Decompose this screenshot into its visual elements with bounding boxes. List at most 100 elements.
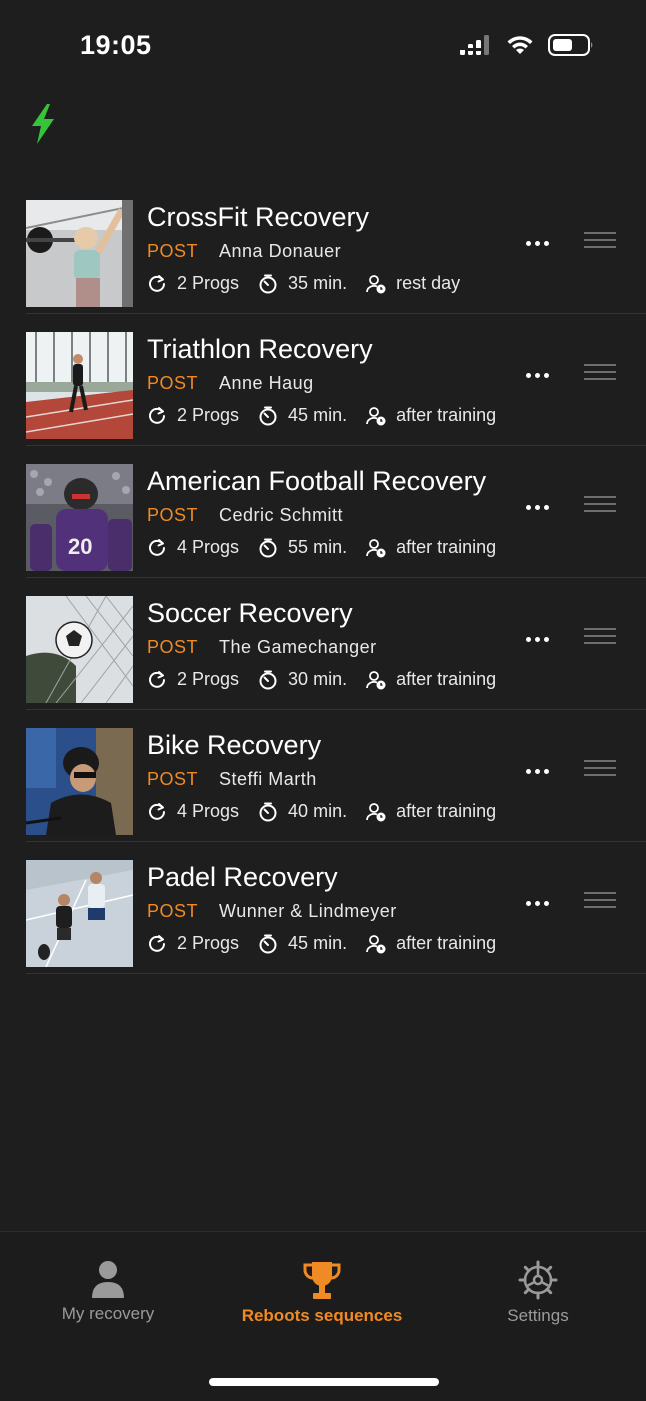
tab-reboots-sequences[interactable]: Reboots sequences (232, 1260, 412, 1326)
timing-label: after training (396, 669, 497, 689)
more-dots-icon[interactable] (526, 898, 554, 908)
tab-bar: My recovery Reboots sequences Settings (0, 1231, 646, 1401)
duration: 35 min. (288, 273, 348, 293)
sequence-subtitle: POST The Gamechanger (147, 637, 377, 658)
progs-count: 2 Progs (177, 273, 240, 293)
post-tag: POST (147, 769, 199, 789)
more-dots-icon[interactable] (526, 370, 554, 380)
thumbnail-image (26, 860, 133, 967)
timer-icon (259, 538, 277, 557)
svg-text:20: 20 (68, 534, 92, 559)
post-tag: POST (147, 901, 199, 921)
thumbnail-image: 20 (26, 464, 133, 571)
drag-handle-icon[interactable] (584, 496, 616, 514)
author-name: The Gamechanger (219, 637, 377, 657)
duration: 45 min. (288, 933, 348, 953)
timer-icon (259, 670, 277, 689)
sequence-subtitle: POST Cedric Schmitt (147, 505, 343, 526)
tab-label: Reboots sequences (241, 1306, 403, 1325)
timer-icon (259, 934, 277, 953)
drag-handle-icon[interactable] (584, 628, 616, 646)
duration: 55 min. (288, 537, 348, 557)
progs-count: 4 Progs (177, 801, 240, 821)
thumbnail-image (26, 332, 133, 439)
list-item[interactable]: Triathlon Recovery POST Anne Haug 2 Prog… (26, 314, 646, 446)
drag-handle-icon[interactable] (584, 232, 616, 250)
timing-label: rest day (396, 273, 461, 293)
more-dots-icon[interactable] (526, 766, 554, 776)
refresh-icon (149, 274, 165, 292)
home-indicator (209, 1378, 439, 1386)
refresh-icon (149, 670, 165, 688)
cellular-signal-icon (460, 35, 489, 55)
timer-icon (259, 274, 277, 293)
list-item[interactable]: 20 American Football Recovery POST Cedri… (26, 446, 646, 578)
sequence-meta: 2 Progs 30 min. after training (147, 669, 515, 690)
sequence-title: CrossFit Recovery (147, 202, 370, 232)
sequence-meta: 4 Progs 40 min. after training (147, 801, 515, 822)
user-clock-icon (366, 670, 386, 689)
refresh-icon (149, 406, 165, 424)
status-bar: 19:05 (0, 0, 646, 95)
refresh-icon (149, 802, 165, 820)
list-item[interactable]: CrossFit Recovery POST Anna Donauer 2 Pr… (26, 182, 646, 314)
progs-count: 2 Progs (177, 405, 240, 425)
drag-handle-icon[interactable] (584, 364, 616, 382)
sequence-title: Soccer Recovery (147, 598, 353, 628)
tab-label: Settings (507, 1306, 569, 1325)
drag-handle-icon[interactable] (584, 892, 616, 910)
author-name: Wunner & Lindmeyer (219, 901, 397, 921)
refresh-icon (149, 934, 165, 952)
thumbnail-image (26, 200, 133, 307)
duration: 45 min. (288, 405, 348, 425)
user-clock-icon (366, 274, 386, 293)
author-name: Anne Haug (219, 373, 314, 393)
timing-label: after training (396, 801, 497, 821)
user-clock-icon (366, 406, 386, 425)
more-dots-icon[interactable] (526, 238, 554, 248)
timing-label: after training (396, 537, 497, 557)
sequence-meta: 4 Progs 55 min. after training (147, 537, 515, 558)
sequence-meta: 2 Progs 35 min. rest day (147, 273, 479, 294)
sequence-meta: 2 Progs 45 min. after training (147, 405, 515, 426)
sequence-title: American Football Recovery (147, 466, 487, 496)
gear-icon (518, 1260, 558, 1300)
timing-label: after training (396, 405, 497, 425)
sequence-subtitle: POST Anne Haug (147, 373, 314, 394)
battery-icon (548, 34, 593, 56)
drag-handle-icon[interactable] (584, 760, 616, 778)
lightning-bolt-icon[interactable] (30, 104, 56, 144)
tab-label: My recovery (61, 1304, 155, 1323)
sequence-subtitle: POST Steffi Marth (147, 769, 317, 790)
person-icon (92, 1261, 124, 1298)
author-name: Anna Donauer (219, 241, 342, 261)
timing-label: after training (396, 933, 497, 953)
more-dots-icon[interactable] (526, 634, 554, 644)
sequence-title: Padel Recovery (147, 862, 338, 892)
tab-settings[interactable]: Settings (478, 1260, 598, 1326)
sequence-title: Triathlon Recovery (147, 334, 373, 364)
sequence-meta: 2 Progs 45 min. after training (147, 933, 515, 954)
refresh-icon (149, 538, 165, 556)
list-item[interactable]: Soccer Recovery POST The Gamechanger 2 P… (26, 578, 646, 710)
progs-count: 4 Progs (177, 537, 240, 557)
progs-count: 2 Progs (177, 933, 240, 953)
author-name: Steffi Marth (219, 769, 317, 789)
more-dots-icon[interactable] (526, 502, 554, 512)
timer-icon (259, 406, 277, 425)
thumbnail-image (26, 728, 133, 835)
author-name: Cedric Schmitt (219, 505, 344, 525)
progs-count: 2 Progs (177, 669, 240, 689)
list-item[interactable]: Bike Recovery POST Steffi Marth 4 Progs … (26, 710, 646, 842)
tab-my-recovery[interactable]: My recovery (38, 1260, 178, 1324)
post-tag: POST (147, 637, 199, 657)
post-tag: POST (147, 505, 199, 525)
sequence-title: Bike Recovery (147, 730, 322, 760)
thumbnail-image (26, 596, 133, 703)
user-clock-icon (366, 802, 386, 821)
list-item[interactable]: Padel Recovery POST Wunner & Lindmeyer 2… (26, 842, 646, 974)
post-tag: POST (147, 373, 199, 393)
duration: 40 min. (288, 801, 348, 821)
trophy-icon (303, 1262, 341, 1299)
timer-icon (259, 802, 277, 821)
